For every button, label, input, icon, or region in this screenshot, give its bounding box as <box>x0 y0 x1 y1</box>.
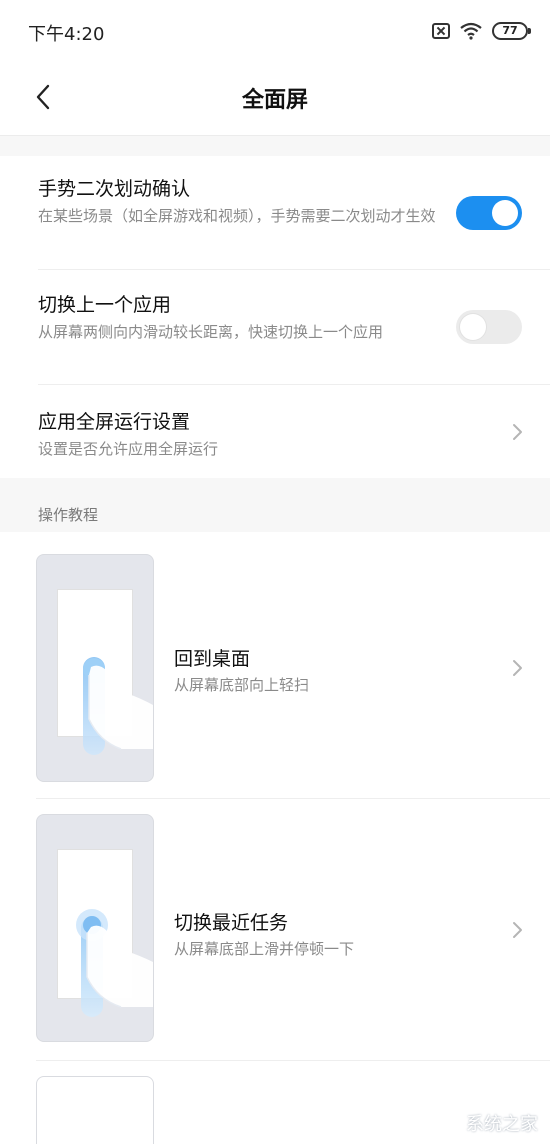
setting-title: 切换上一个应用 <box>38 294 172 316</box>
chevron-right-icon <box>513 922 522 938</box>
wifi-icon <box>460 22 482 40</box>
tutorial-item-go-home[interactable]: 回到桌面 从屏幕底部向上轻扫 <box>0 532 550 794</box>
status-time: 下午4:20 <box>28 24 105 45</box>
setting-description: 设置是否允许应用全屏运行 <box>38 440 219 458</box>
tutorial-item-recent-tasks[interactable]: 切换最近任务 从屏幕底部上滑并停顿一下 <box>0 798 550 1060</box>
gesture-illustration <box>36 814 154 1042</box>
chevron-right-icon <box>513 660 522 676</box>
setting-description: 在某些场景（如全屏游戏和视频），手势需要二次划动才生效 <box>38 207 436 225</box>
tutorial-title: 回到桌面 <box>174 648 251 670</box>
battery-icon: 77 <box>492 22 531 40</box>
settings-card: 手势二次划动确认 在某些场景（如全屏游戏和视频），手势需要二次划动才生效 切换上… <box>0 156 550 478</box>
watermark: 系统之家 <box>466 1114 538 1135</box>
gesture-confirm-toggle[interactable] <box>456 196 522 230</box>
switch-previous-app-toggle[interactable] <box>456 310 522 344</box>
status-icons: 77 <box>432 22 531 40</box>
chevron-right-icon <box>513 424 522 440</box>
setting-description: 从屏幕两侧向内滑动较长距离，快速切换上一个应用 <box>38 323 384 341</box>
swipe-hold-hand-icon <box>76 909 153 1017</box>
tutorial-title: 切换最近任务 <box>174 912 289 934</box>
setting-row-switch-previous-app[interactable]: 切换上一个应用 从屏幕两侧向内滑动较长距离，快速切换上一个应用 <box>0 270 550 384</box>
tutorial-section-header: 操作教程 <box>38 506 99 524</box>
status-bar: 下午4:20 77 <box>0 0 550 62</box>
setting-title: 应用全屏运行设置 <box>38 411 191 433</box>
page-title: 全面屏 <box>241 88 308 113</box>
swipe-up-hand-icon <box>83 657 153 755</box>
sim-off-icon <box>432 23 450 39</box>
setting-row-gesture-confirm[interactable]: 手势二次划动确认 在某些场景（如全屏游戏和视频），手势需要二次划动才生效 <box>0 156 550 269</box>
toggle-knob <box>492 200 518 226</box>
setting-title: 手势二次划动确认 <box>38 178 191 200</box>
title-bar: 全面屏 <box>0 62 550 136</box>
tutorial-description: 从屏幕底部向上轻扫 <box>174 676 310 694</box>
setting-row-fullscreen-apps[interactable]: 应用全屏运行设置 设置是否允许应用全屏运行 <box>0 385 550 478</box>
tutorial-card: 回到桌面 从屏幕底部向上轻扫 切换最近任务 从屏幕底部上滑并停顿一下 <box>0 532 550 1144</box>
gesture-illustration <box>36 554 154 782</box>
tutorial-description: 从屏幕底部上滑并停顿一下 <box>174 940 355 958</box>
toggle-knob <box>460 314 486 340</box>
gesture-illustration <box>36 1076 154 1144</box>
